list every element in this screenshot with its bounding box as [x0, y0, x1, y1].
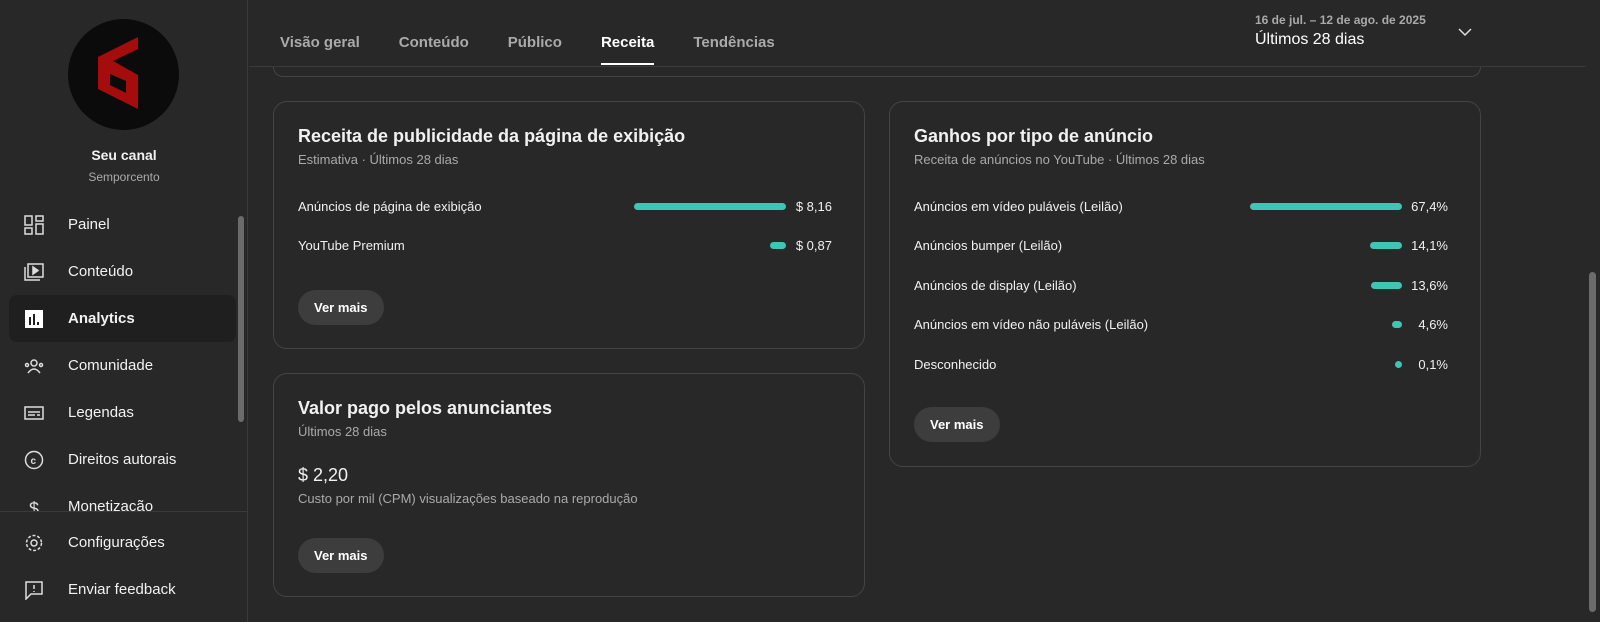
previous-card [273, 67, 1481, 77]
subtitles-icon [23, 402, 45, 424]
row-label: YouTube Premium [298, 238, 405, 253]
sidebar-item-comunidade[interactable]: Comunidade [9, 342, 236, 389]
sidebar-item-analytics[interactable]: Analytics [9, 295, 236, 342]
row-label: Anúncios bumper (Leilão) [914, 238, 1063, 253]
sidebar-item-painel[interactable]: Painel [9, 201, 236, 248]
card-title: Receita de publicidade da página de exib… [298, 126, 686, 146]
sidebar-item-feedback[interactable]: Enviar feedback [9, 566, 236, 613]
list-item: Anúncios em vídeo não puláveis (Leilão) 4… [914, 315, 1448, 335]
sidebar-item-label: Monetização [68, 498, 154, 511]
tab-receita[interactable]: Receita [600, 34, 655, 65]
list-item: Anúncios de display (Leilão) 13,6% [914, 275, 1448, 295]
dollar-icon: $ [28, 498, 39, 512]
bar-track [1250, 321, 1402, 328]
list-item: Desconhecido 0,1% [914, 354, 1448, 374]
gear-icon [23, 532, 45, 554]
content-icon [23, 261, 45, 283]
sidebar-item-label: Analytics [68, 310, 135, 327]
cpm-caption: Custo por mil (CPM) visualizações basead… [298, 491, 638, 506]
advertiser-paid-card: Valor pago pelos anunciantes Últimos 28 … [273, 373, 865, 597]
sidebar-item-label: Enviar feedback [68, 581, 176, 598]
card-title: Ganhos por tipo de anúncio [914, 126, 1154, 146]
cpm-value: $ 2,20 [298, 465, 349, 485]
earnings-by-ad-type-card: Ganhos por tipo de anúncio Receita de an… [889, 101, 1481, 467]
row-value: $ 8,16 [795, 198, 832, 214]
row-value: 4,6% [1418, 317, 1448, 332]
sidebar-item-monetizacao[interactable]: $ Monetização [9, 483, 236, 511]
value-bar [634, 202, 786, 210]
main-content: Visão geral Conteúdo Público Receita Ten… [249, 0, 1600, 622]
row-value: 14,1% [1411, 238, 1448, 253]
sidebar-item-label: Conteúdo [68, 263, 134, 280]
tab-conteudo[interactable]: Conteúdo [399, 34, 469, 65]
sidebar-item-label: Comunidade [68, 357, 154, 374]
card-subtitle: Estimativa · Últimos 28 dias [298, 152, 459, 167]
value-bar [1395, 360, 1402, 368]
list-item: YouTube Premium $ 0,87 [298, 236, 832, 256]
divider [0, 511, 248, 512]
see-more-button[interactable]: Ver mais [914, 407, 1000, 442]
list-item: Anúncios de página de exibição $ 8,16 [298, 196, 832, 216]
header-divider [249, 66, 1586, 67]
date-range[interactable]: 16 de jul. – 12 de ago. de 2025 [1255, 13, 1426, 27]
svg-text:c: c [31, 456, 37, 467]
row-label: Anúncios de display (Leilão) [914, 277, 1077, 293]
bar-track [1250, 281, 1402, 289]
sidebar-item-direitos[interactable]: c Direitos autorais [9, 436, 236, 483]
copyright-icon: c [23, 449, 45, 471]
row-value: 13,6% [1411, 277, 1448, 293]
bar-track [634, 202, 786, 210]
analytics-icon [23, 308, 45, 330]
sidebar-item-label: Direitos autorais [68, 451, 177, 468]
chevron-down-icon[interactable] [1457, 26, 1473, 38]
dashboard-icon [23, 214, 45, 236]
value-bar [769, 242, 786, 249]
value-bar [1371, 281, 1402, 289]
tab-visao-geral[interactable]: Visão geral [280, 34, 360, 65]
sidebar-item-configuracoes[interactable]: Configurações [9, 519, 236, 566]
sidebar-scrollbar[interactable] [238, 216, 244, 422]
bar-track [634, 242, 786, 249]
bar-track [1250, 360, 1402, 368]
value-bar [1391, 321, 1402, 328]
value-bar [1250, 202, 1402, 210]
row-label: Desconhecido [914, 356, 997, 372]
card-subtitle: Últimos 28 dias [298, 424, 387, 439]
row-label: Anúncios de página de exibição [298, 198, 482, 214]
watch-page-revenue-card: Receita de publicidade da página de exib… [273, 101, 865, 349]
row-value: 0,1% [1418, 356, 1448, 372]
main-scrollbar[interactable] [1589, 272, 1596, 612]
row-label: Anúncios em vídeo não puláveis (Leilão) [914, 317, 1149, 332]
sidebar-item-legendas[interactable]: Legendas [9, 389, 236, 436]
list-item: Anúncios em vídeo puláveis (Leilão) 67,4% [914, 196, 1448, 216]
see-more-button[interactable]: Ver mais [298, 290, 384, 325]
value-bar [1370, 242, 1402, 249]
tab-tendencias[interactable]: Tendências [693, 34, 774, 65]
sidebar: Seu canal Semporcento Painel Conteúdo An… [0, 0, 248, 622]
bar-track [1250, 242, 1402, 249]
channel-name: Semporcento [88, 170, 160, 184]
sidebar-item-label: Legendas [68, 404, 134, 421]
date-period-select[interactable]: Últimos 28 dias [1255, 31, 1364, 49]
tab-bar: Visão geral Conteúdo Público Receita Ten… [280, 34, 775, 65]
sidebar-item-conteudo[interactable]: Conteúdo [9, 248, 236, 295]
card-title: Valor pago pelos anunciantes [298, 398, 553, 418]
row-label: Anúncios em vídeo puláveis (Leilão) [914, 198, 1123, 214]
tab-publico[interactable]: Público [508, 34, 562, 65]
sidebar-item-label: Painel [68, 216, 110, 233]
card-subtitle: Receita de anúncios no YouTube · Últimos… [914, 152, 1205, 167]
row-value: 67,4% [1411, 198, 1448, 214]
community-icon [23, 355, 45, 377]
channel-avatar[interactable] [68, 19, 179, 130]
bar-track [1250, 202, 1402, 210]
sidebar-item-label: Configurações [68, 534, 165, 551]
see-more-button[interactable]: Ver mais [298, 538, 384, 573]
list-item: Anúncios bumper (Leilão) 14,1% [914, 236, 1448, 256]
row-value: $ 0,87 [795, 238, 832, 253]
feedback-icon [23, 579, 45, 601]
channel-title: Seu canal [91, 147, 157, 163]
